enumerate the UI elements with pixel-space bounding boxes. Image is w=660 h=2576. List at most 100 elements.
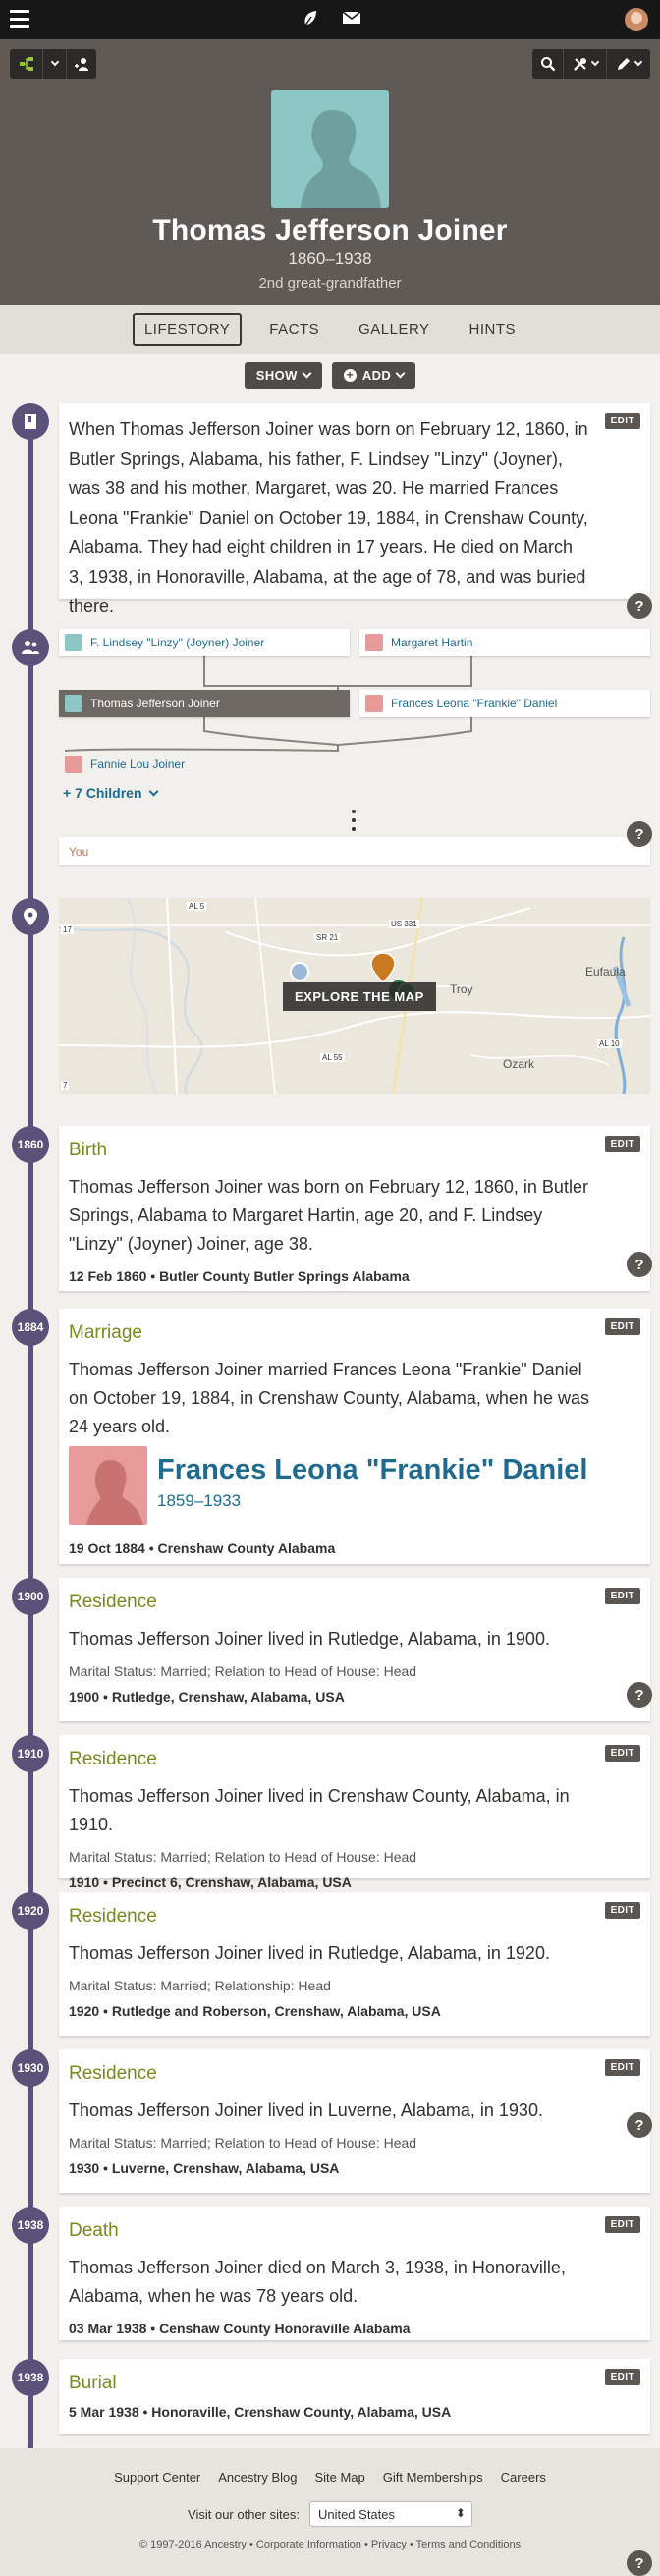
father-name: F. Lindsey "Linzy" (Joyner) Joiner <box>90 636 265 649</box>
footer-link[interactable]: Site Map <box>314 2470 364 2485</box>
footer-link[interactable]: Gift Memberships <box>383 2470 483 2485</box>
edit-button[interactable]: EDIT <box>604 1136 640 1152</box>
mother-card[interactable]: Margaret Hartin <box>359 629 650 656</box>
footer-link[interactable]: Ancestry Blog <box>218 2470 297 2485</box>
event-title: Residence <box>69 2063 157 2084</box>
year-marker: 1930 <box>12 2049 49 2087</box>
spouse-portrait[interactable] <box>69 1446 147 1525</box>
event-title: Burial <box>69 2373 117 2393</box>
self-name: Thomas Jefferson Joiner <box>90 697 220 710</box>
death-event-card: EDIT Death Thomas Jefferson Joiner died … <box>59 2207 650 2340</box>
map-label: SR 21 <box>314 933 341 942</box>
more-icon[interactable] <box>352 810 356 831</box>
year-marker: 1920 <box>12 1892 49 1930</box>
footer-link[interactable]: Support Center <box>114 2470 200 2485</box>
male-avatar <box>65 695 82 712</box>
help-icon[interactable]: ? <box>627 1252 652 1277</box>
copyright: © 1997-2016 Ancestry • Corporate Informa… <box>138 2539 522 2550</box>
year-marker: 1900 <box>12 1578 49 1615</box>
residence-event-card: EDIT Residence Thomas Jefferson Joiner l… <box>59 1578 650 1721</box>
help-icon[interactable]: ? <box>627 2550 652 2576</box>
self-card[interactable]: Thomas Jefferson Joiner <box>59 690 350 717</box>
map-label: AL 55 <box>320 1053 345 1062</box>
more-children-toggle[interactable]: + 7 Children <box>63 785 158 801</box>
map-label: AL 5 <box>187 902 207 911</box>
edit-button[interactable]: EDIT <box>604 1902 640 1919</box>
female-avatar <box>365 634 383 651</box>
event-title: Birth <box>69 1140 108 1160</box>
event-date-place: 1930 • Luverne, Crenshaw, Alabama, USA <box>69 2160 340 2176</box>
year-marker: 1860 <box>12 1126 49 1163</box>
event-title: Marriage <box>69 1322 142 1343</box>
chevron-down-icon <box>148 786 158 796</box>
edit-button[interactable]: EDIT <box>604 1588 640 1604</box>
event-date-place: 5 Mar 1938 • Honoraville, Crenshaw Count… <box>69 2404 452 2420</box>
year-marker: 1938 <box>12 2207 49 2244</box>
event-title: Residence <box>69 1592 157 1612</box>
residence-event-card: EDIT Residence Thomas Jefferson Joiner l… <box>59 2049 650 2193</box>
edit-button[interactable]: EDIT <box>604 2216 640 2233</box>
footer-link[interactable]: Careers <box>501 2470 546 2485</box>
marriage-event-card: EDIT Marriage Thomas Jefferson Joiner ma… <box>59 1309 650 1564</box>
event-detail: Marital Status: Married; Relation to Hea… <box>69 1849 417 1865</box>
map-label: AL 10 <box>597 1039 622 1048</box>
map-label: Eufaula <box>585 965 626 979</box>
event-title: Death <box>69 2220 119 2241</box>
event-title: Residence <box>69 1906 157 1927</box>
other-sites-label: Visit our other sites: <box>188 2506 300 2522</box>
event-description: Thomas Jefferson Joiner lived in Rutledg… <box>69 1943 550 1963</box>
explore-map-button[interactable]: EXPLORE THE MAP <box>283 982 436 1011</box>
map-label: Ozark <box>503 1057 535 1071</box>
year-marker: 1884 <box>12 1309 49 1346</box>
map-label: 7 <box>61 1081 70 1090</box>
event-date-place: 1910 • Precinct 6, Crenshaw, Alabama, US… <box>69 1875 352 1890</box>
female-avatar <box>65 756 82 773</box>
site-footer: Support Center Ancestry Blog Site Map Gi… <box>0 2448 660 2576</box>
burial-event-card: EDIT Burial 5 Mar 1938 • Honoraville, Cr… <box>59 2359 650 2434</box>
event-date-place: 19 Oct 1884 • Crenshaw County Alabama <box>69 1540 336 1556</box>
male-avatar <box>65 634 82 651</box>
event-description: Thomas Jefferson Joiner was born on Febr… <box>69 1177 588 1254</box>
spouse-card[interactable]: Frances Leona "Frankie" Daniel <box>359 690 650 717</box>
child-card[interactable]: Fannie Lou Joiner <box>59 751 650 778</box>
event-description: Thomas Jefferson Joiner married Frances … <box>69 1360 589 1436</box>
birth-event-card: EDIT Birth Thomas Jefferson Joiner was b… <box>59 1126 650 1291</box>
event-date-place: 1920 • Rutledge and Roberson, Crenshaw, … <box>69 2003 441 2019</box>
event-title: Residence <box>69 1749 157 1769</box>
edit-button[interactable]: EDIT <box>604 1318 640 1335</box>
residence-event-card: EDIT Residence Thomas Jefferson Joiner l… <box>59 1735 650 1890</box>
edit-button[interactable]: EDIT <box>604 1745 640 1762</box>
event-description: Thomas Jefferson Joiner died on March 3,… <box>69 2258 566 2306</box>
mother-name: Margaret Hartin <box>391 636 473 649</box>
map-label: US 331 <box>389 920 419 928</box>
event-description: Thomas Jefferson Joiner lived in Luverne… <box>69 2100 543 2120</box>
edit-button[interactable]: EDIT <box>604 2369 640 2385</box>
event-date-place: 12 Feb 1860 • Butler County Butler Sprin… <box>69 1268 410 1284</box>
you-card[interactable]: You <box>59 837 650 865</box>
help-icon[interactable]: ? <box>627 821 652 847</box>
edit-button[interactable]: EDIT <box>604 2059 640 2076</box>
residence-event-card: EDIT Residence Thomas Jefferson Joiner l… <box>59 1892 650 2036</box>
country-select[interactable]: United States <box>308 2501 472 2527</box>
map-label: Troy <box>450 982 473 996</box>
child-name: Fannie Lou Joiner <box>90 757 186 771</box>
female-avatar <box>365 695 383 712</box>
help-icon[interactable]: ? <box>627 1682 652 1708</box>
event-description: Thomas Jefferson Joiner lived in Crensha… <box>69 1786 570 1834</box>
event-description: Thomas Jefferson Joiner lived in Rutledg… <box>69 1629 550 1649</box>
event-date-place: 03 Mar 1938 • Censhaw County Honoraville… <box>69 2321 411 2336</box>
event-date-place: 1900 • Rutledge, Crenshaw, Alabama, USA <box>69 1689 345 1705</box>
more-children-label: + 7 Children <box>63 785 142 801</box>
map-label: 17 <box>61 925 74 934</box>
event-detail: Marital Status: Married; Relation to Hea… <box>69 2135 417 2151</box>
map-view[interactable]: AL 5 SR 21 US 331 Troy Eufaula AL 10 AL … <box>59 898 650 1094</box>
map-pin-icon <box>12 898 49 935</box>
event-detail: Marital Status: Married; Relation to Hea… <box>69 1663 417 1679</box>
father-card[interactable]: F. Lindsey "Linzy" (Joyner) Joiner <box>59 629 350 656</box>
spouse-name: Frances Leona "Frankie" Daniel <box>391 697 558 710</box>
help-icon[interactable]: ? <box>627 2112 652 2138</box>
event-detail: Marital Status: Married; Relationship: H… <box>69 1978 331 1993</box>
year-marker: 1938 <box>12 2359 49 2396</box>
spouse-years: 1859–1933 <box>157 1491 242 1510</box>
spouse-link[interactable]: Frances Leona "Frankie" Daniel <box>157 1454 587 1486</box>
